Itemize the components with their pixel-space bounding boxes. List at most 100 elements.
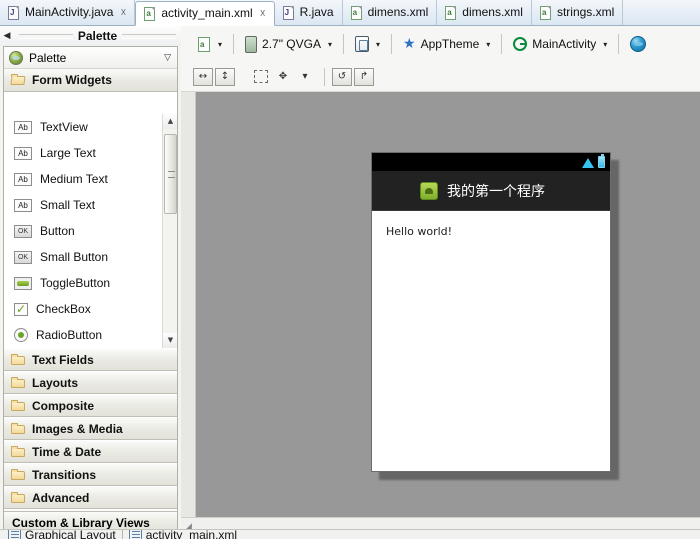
tab-label: Graphical Layout: [25, 529, 116, 539]
java-file-icon: J: [7, 5, 20, 20]
tab-label: activity_main.xml: [145, 529, 238, 539]
scrollbar-thumb[interactable]: [164, 134, 177, 214]
form-widgets-list[interactable]: Ab TextView Ab Large Text Ab Medium Text…: [4, 114, 177, 348]
device-content-area[interactable]: Hello world!: [372, 211, 610, 471]
palette-item-label: Button: [40, 224, 75, 238]
palette-item-medium-text[interactable]: Ab Medium Text: [4, 166, 177, 192]
palette-category-text-fields[interactable]: Text Fields: [4, 348, 177, 371]
close-icon[interactable]: ☓: [260, 8, 266, 19]
palette-category-label: Layouts: [32, 375, 79, 390]
theme-label: AppTheme: [420, 37, 480, 51]
palette-category-transitions[interactable]: Transitions: [4, 463, 177, 486]
editor-tab-label: dimens.xml: [367, 5, 429, 19]
close-icon[interactable]: ☓: [120, 7, 126, 18]
palette-category-time-date[interactable]: Time & Date: [4, 440, 177, 463]
palette-list-scrollbar[interactable]: ▲ ▼: [162, 114, 177, 348]
graphical-layout-icon: [8, 530, 21, 539]
activity-selector[interactable]: MainActivity ▾: [509, 32, 611, 56]
palette-category-form-widgets[interactable]: Form Widgets: [4, 69, 177, 92]
locale-globe-icon: [630, 36, 647, 52]
activity-icon: [513, 37, 528, 51]
palette-item-large-text[interactable]: Ab Large Text: [4, 140, 177, 166]
editor-tab-mainactivity-java[interactable]: J MainActivity.java ☓: [0, 0, 136, 25]
toolbar-divider: [618, 34, 620, 54]
palette-item-label: CheckBox: [36, 302, 91, 316]
theme-selector[interactable]: ★ AppTheme ▾: [399, 32, 494, 56]
palette-category-advanced[interactable]: Advanced: [4, 486, 177, 509]
editor-tab-dimens-xml-2[interactable]: a dimens.xml: [437, 0, 532, 25]
palette-category-images-media[interactable]: Images & Media: [4, 417, 177, 440]
design-canvas[interactable]: 我的第一个程序 Hello world!: [181, 92, 700, 517]
editor-tab-dimens-xml-1[interactable]: a dimens.xml: [343, 0, 438, 25]
palette-panel: ◀ Palette Palette ▽ Form Widgets Ab Text…: [0, 26, 181, 539]
editor-tab-strings-xml[interactable]: a strings.xml: [532, 0, 624, 25]
palette-category-composite[interactable]: Composite: [4, 394, 177, 417]
collapse-left-icon[interactable]: ◀: [0, 31, 14, 41]
chevron-down-icon[interactable]: ▾: [295, 68, 315, 86]
toolbar-divider: [324, 67, 325, 86]
scroll-up-arrow-icon[interactable]: ▲: [163, 114, 177, 129]
toggle-icon: [14, 276, 32, 290]
hello-world-textview[interactable]: Hello world!: [386, 225, 452, 238]
editor-tab-label: MainActivity.java: [25, 5, 114, 19]
palette-category-label: Advanced: [32, 490, 90, 505]
folder-icon: [11, 468, 26, 481]
palette-item-togglebutton[interactable]: ToggleButton: [4, 270, 177, 296]
show-margins-icon[interactable]: [251, 68, 271, 86]
tab-graphical-layout[interactable]: Graphical Layout: [8, 529, 116, 539]
editor-tab-r-java[interactable]: J R.java: [275, 0, 343, 25]
chevron-down-icon[interactable]: ▾: [374, 40, 380, 49]
canvas-gutter: [181, 92, 196, 517]
refresh-layout-icon[interactable]: ↺: [332, 67, 352, 86]
toolbar-divider: [233, 34, 235, 54]
orientation-selector[interactable]: ▾: [351, 32, 384, 56]
palette-item-radiobutton[interactable]: RadioButton: [4, 322, 177, 348]
chevron-down-icon[interactable]: ▽: [164, 53, 171, 63]
header-divider-right: [122, 33, 177, 39]
chevron-down-icon[interactable]: ▾: [326, 40, 332, 49]
distribute-icon[interactable]: ✥: [273, 68, 293, 86]
editor-tab-activity-main-xml[interactable]: a activity_main.xml ☓: [135, 1, 275, 26]
palette-item-textview[interactable]: Ab TextView: [4, 114, 177, 140]
ok-button-icon: OK: [14, 224, 32, 238]
android-app-icon: [420, 181, 438, 200]
device-screen[interactable]: 我的第一个程序 Hello world!: [371, 152, 611, 472]
android-action-bar: 我的第一个程序: [372, 171, 610, 211]
java-file-icon: J: [282, 5, 295, 20]
android-status-bar: [372, 153, 610, 171]
palette-item-checkbox[interactable]: CheckBox: [4, 296, 177, 322]
xml-file-icon: a: [350, 5, 363, 20]
chevron-down-icon[interactable]: ▾: [216, 40, 222, 49]
fill-width-icon[interactable]: ↔: [193, 67, 213, 86]
palette-category-label: Custom & Library Views: [12, 515, 150, 530]
ok-button-icon: OK: [14, 250, 32, 264]
editor-tab-label: dimens.xml: [462, 5, 523, 19]
palette-item-small-button[interactable]: OK Small Button: [4, 244, 177, 270]
chevron-down-icon[interactable]: ▾: [601, 40, 607, 49]
tab-activity-main-xml-source[interactable]: activity_main.xml: [128, 529, 238, 539]
layout-actions-toolbar: ↔ ↕ ✥ ▾ ↺ ↱: [181, 62, 700, 92]
palette-globe-icon: [9, 50, 23, 65]
chevron-down-icon[interactable]: ▾: [484, 40, 490, 49]
palette-selector[interactable]: Palette ▽: [4, 47, 177, 69]
scroll-down-arrow-icon[interactable]: ▼: [163, 333, 177, 348]
layout-config-toolbar: a ▾ 2.7" QVGA ▾ ▾ ★ AppTheme ▾ MainActiv…: [181, 26, 700, 62]
palette-item-label: ToggleButton: [40, 276, 111, 290]
palette-item-button[interactable]: OK Button: [4, 218, 177, 244]
locale-selector[interactable]: [626, 32, 650, 56]
device-label: 2.7" QVGA: [262, 37, 321, 51]
eclipse-adt-layout-editor-window: J MainActivity.java ☓ a activity_main.xm…: [0, 0, 700, 539]
export-layout-icon[interactable]: ↱: [354, 67, 374, 86]
palette-title: Palette: [77, 29, 118, 43]
palette-category-layouts[interactable]: Layouts: [4, 371, 177, 394]
palette-item-small-text[interactable]: Ab Small Text: [4, 192, 177, 218]
device-selector[interactable]: 2.7" QVGA ▾: [241, 32, 336, 56]
palette-item-label: RadioButton: [36, 328, 103, 342]
palette-category-label: Text Fields: [32, 352, 94, 367]
palette-item-label: Small Button: [40, 250, 109, 264]
palette-item-label: TextView: [40, 120, 88, 134]
config-file-selector[interactable]: a ▾: [193, 32, 226, 56]
fill-height-icon[interactable]: ↕: [215, 67, 235, 86]
device-preview[interactable]: 我的第一个程序 Hello world!: [371, 152, 619, 480]
palette-selector-label: Palette: [29, 50, 67, 65]
